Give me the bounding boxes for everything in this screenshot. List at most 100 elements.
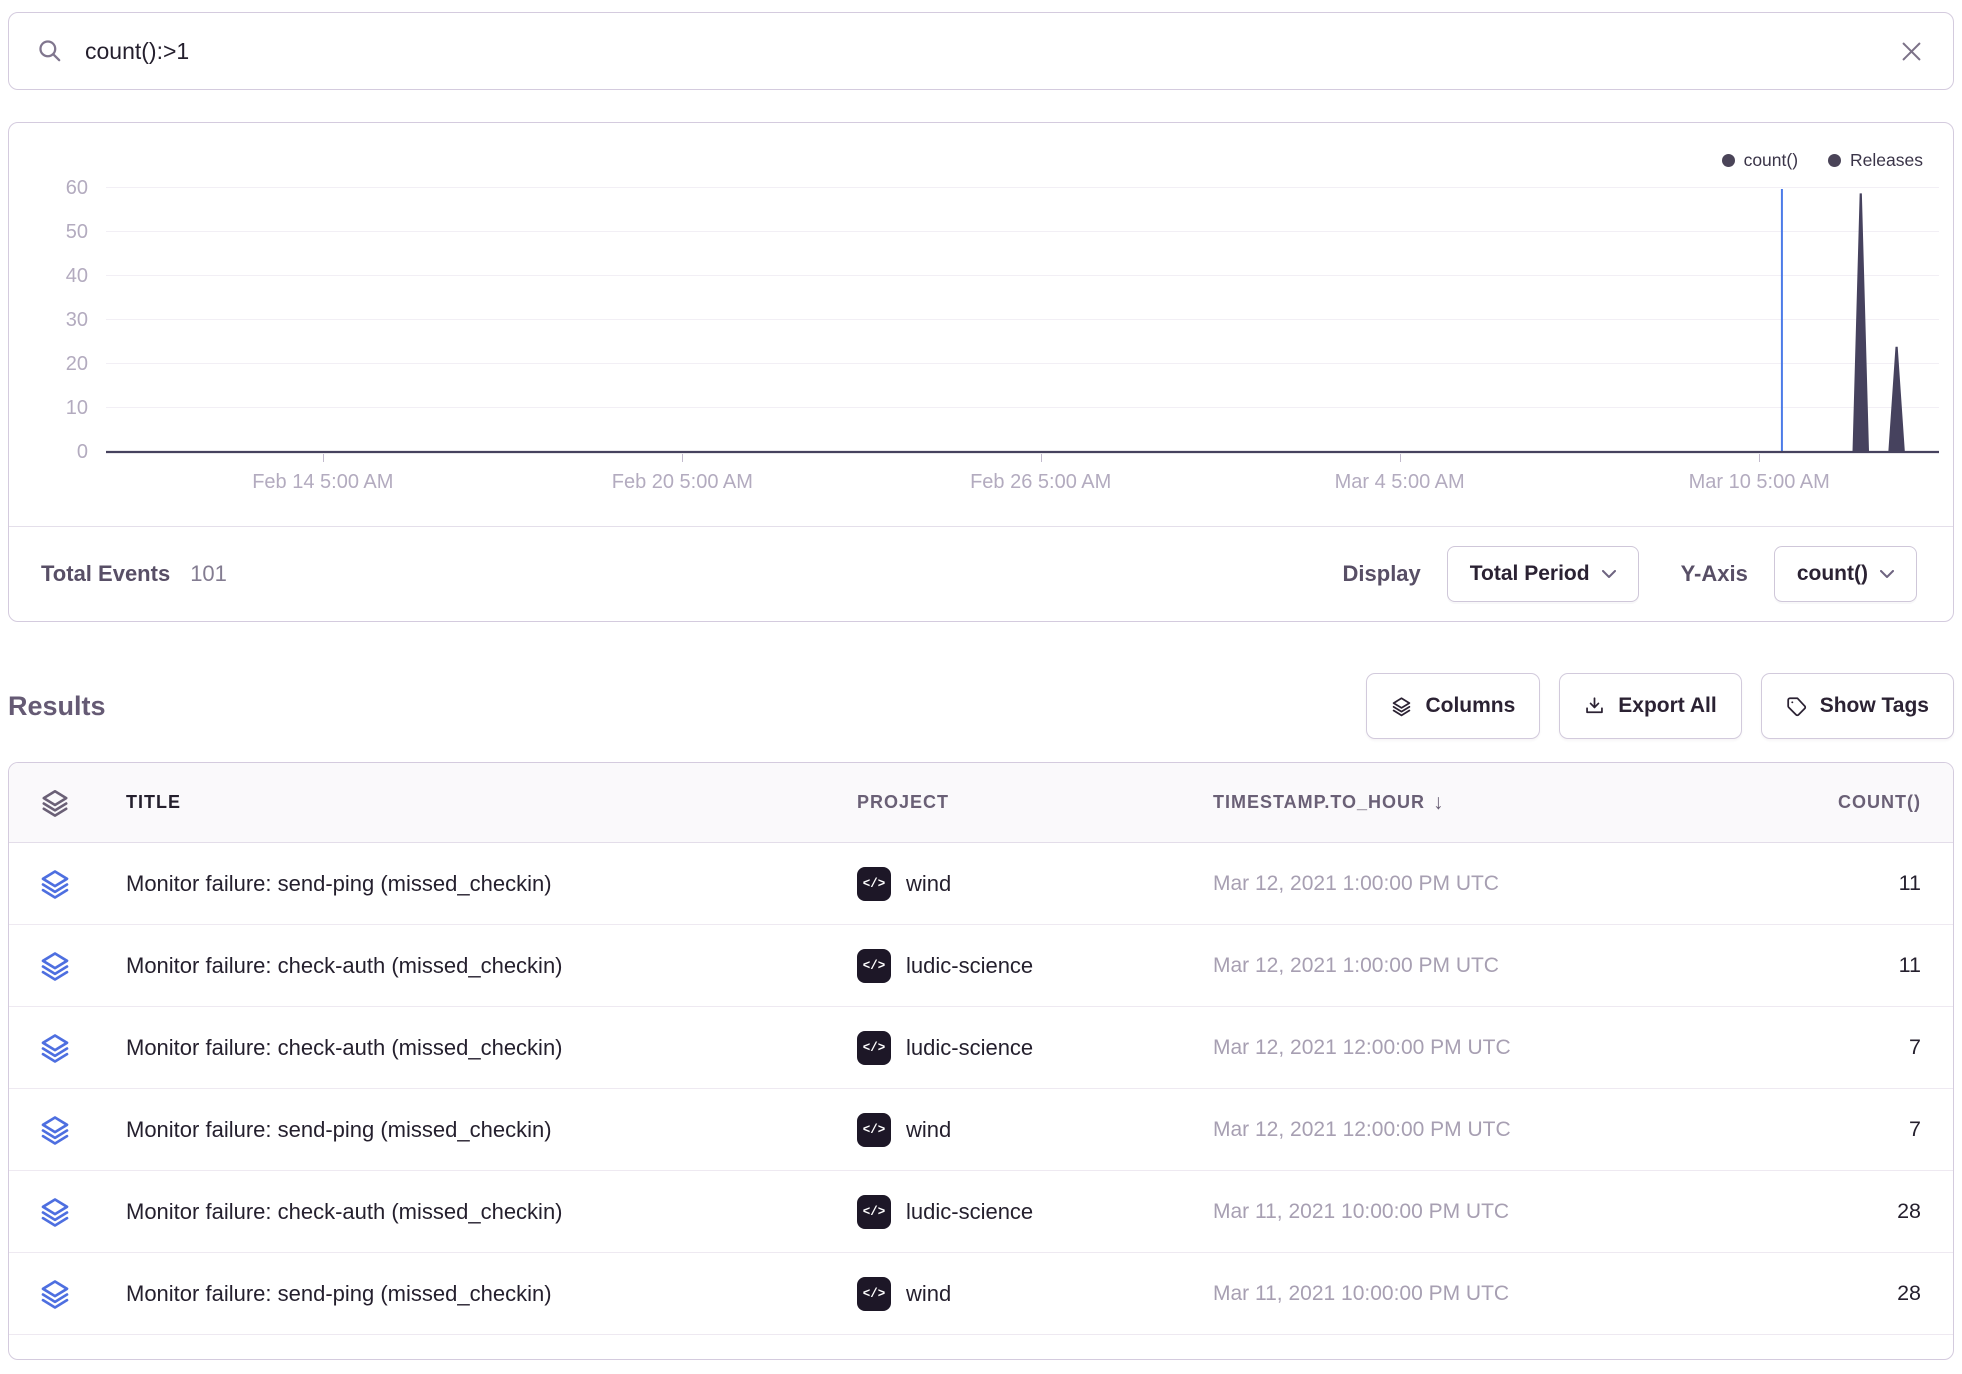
table-row[interactable]: Monitor failure: check-auth (missed_chec… (9, 925, 1953, 1007)
y-axis-label: Y-Axis (1681, 561, 1748, 587)
search-input[interactable]: count():>1 (85, 38, 1898, 65)
project-platform-icon: </> (857, 1277, 891, 1311)
table-row[interactable]: Monitor failure: check-auth (missed_chec… (9, 1007, 1953, 1089)
download-icon (1584, 696, 1605, 717)
project-name[interactable]: ludic-science (906, 953, 1033, 979)
project-platform-icon: </> (857, 867, 891, 901)
sort-desc-icon[interactable]: ↓ (1433, 791, 1445, 815)
chevron-down-icon (1880, 570, 1894, 578)
timestamp-value: Mar 12, 2021 12:00:00 PM UTC (1213, 1118, 1511, 1141)
x-axis-tick-label: Feb 14 5:00 AM (203, 471, 443, 494)
y-axis-tick-label: 40 (28, 265, 88, 287)
total-events-label: Total Events (41, 561, 170, 587)
display-dropdown[interactable]: Total Period (1447, 546, 1639, 602)
table-row[interactable]: Monitor failure: check-auth (missed_chec… (9, 1171, 1953, 1253)
count-value: 28 (1897, 1199, 1921, 1223)
columns-button[interactable]: Columns (1366, 673, 1540, 739)
x-axis-tick (682, 454, 683, 462)
count-value: 28 (1897, 1281, 1921, 1305)
project-name[interactable]: ludic-science (906, 1199, 1033, 1225)
count-series-area (106, 193, 1939, 452)
event-stack-icon[interactable] (9, 950, 101, 982)
chart-canvas[interactable] (106, 189, 1939, 452)
project-name[interactable]: ludic-science (906, 1035, 1033, 1061)
y-axis-tick-label: 30 (28, 309, 88, 331)
export-all-button[interactable]: Export All (1559, 673, 1741, 739)
table-body: Monitor failure: send-ping (missed_check… (9, 843, 1953, 1335)
project-platform-icon: </> (857, 1113, 891, 1147)
table-row[interactable]: Monitor failure: send-ping (missed_check… (9, 1253, 1953, 1335)
gridline (106, 187, 1939, 188)
plot-area[interactable]: 0102030405060Feb 14 5:00 AMFeb 20 5:00 A… (106, 189, 1939, 453)
legend-dot-icon (1828, 154, 1841, 167)
y-axis-tick-label: 50 (28, 221, 88, 243)
timestamp-value: Mar 11, 2021 10:00:00 PM UTC (1213, 1282, 1509, 1305)
y-axis-dropdown[interactable]: count() (1774, 546, 1917, 602)
legend-label: count() (1744, 150, 1798, 171)
results-table: TITLE PROJECT TIMESTAMP.TO_HOUR ↓ COUNT(… (8, 762, 1954, 1360)
event-title[interactable]: Monitor failure: check-auth (missed_chec… (126, 1199, 563, 1224)
legend-dot-icon (1722, 154, 1735, 167)
column-header-timestamp[interactable]: TIMESTAMP.TO_HOUR ↓ (1213, 791, 1653, 815)
event-title[interactable]: Monitor failure: send-ping (missed_check… (126, 1117, 552, 1142)
chart-legend: count() Releases (1722, 150, 1923, 171)
legend-item-count[interactable]: count() (1722, 150, 1798, 171)
search-bar[interactable]: count():>1 (8, 12, 1954, 90)
x-axis-tick (1400, 454, 1401, 462)
column-header-count[interactable]: COUNT() (1653, 792, 1953, 813)
event-title[interactable]: Monitor failure: send-ping (missed_check… (126, 1281, 552, 1306)
x-axis-tick (1759, 454, 1760, 462)
results-header-row: Results Columns Export All Show Tags (8, 672, 1954, 740)
search-icon (37, 38, 63, 64)
show-tags-button[interactable]: Show Tags (1761, 673, 1954, 739)
event-stack-icon[interactable] (9, 1196, 101, 1228)
tag-icon (1786, 696, 1807, 717)
events-chart-panel: count() Releases 0102030405060Feb 14 5:00… (8, 122, 1954, 622)
timestamp-value: Mar 11, 2021 10:00:00 PM UTC (1213, 1200, 1509, 1223)
display-dropdown-value: Total Period (1470, 562, 1590, 586)
count-value: 7 (1909, 1117, 1921, 1141)
event-stack-icon[interactable] (9, 868, 101, 900)
export-all-button-label: Export All (1618, 694, 1716, 718)
x-axis-tick-label: Mar 4 5:00 AM (1280, 471, 1520, 494)
timestamp-header-label: TIMESTAMP.TO_HOUR (1213, 792, 1425, 813)
x-axis-tick-label: Feb 26 5:00 AM (921, 471, 1161, 494)
project-platform-icon: </> (857, 1195, 891, 1229)
columns-button-label: Columns (1425, 694, 1515, 718)
event-stack-icon[interactable] (9, 1032, 101, 1064)
total-events-value: 101 (190, 561, 227, 587)
x-axis-tick (1041, 454, 1042, 462)
table-header-row: TITLE PROJECT TIMESTAMP.TO_HOUR ↓ COUNT(… (9, 763, 1953, 843)
display-label: Display (1343, 561, 1421, 587)
project-name[interactable]: wind (906, 871, 951, 897)
count-value: 11 (1899, 953, 1921, 977)
show-tags-button-label: Show Tags (1820, 694, 1929, 718)
x-axis-tick-label: Feb 20 5:00 AM (562, 471, 802, 494)
column-header-title[interactable]: TITLE (101, 792, 853, 813)
discover-page: count():>1 count() Releases 0102030405060… (0, 0, 1962, 1374)
project-name[interactable]: wind (906, 1281, 951, 1307)
event-stack-icon[interactable] (9, 1114, 101, 1146)
columns-icon (1391, 696, 1412, 717)
results-heading: Results (8, 691, 106, 722)
table-row[interactable]: Monitor failure: send-ping (missed_check… (9, 843, 1953, 925)
timestamp-value: Mar 12, 2021 12:00:00 PM UTC (1213, 1036, 1511, 1059)
table-row[interactable]: Monitor failure: send-ping (missed_check… (9, 1089, 1953, 1171)
event-title[interactable]: Monitor failure: check-auth (missed_chec… (126, 1035, 563, 1060)
chart-footer: Total Events 101 Display Total Period Y-… (9, 527, 1953, 621)
column-header-project[interactable]: PROJECT (853, 792, 1213, 813)
legend-item-releases[interactable]: Releases (1828, 150, 1923, 171)
legend-label: Releases (1850, 150, 1923, 171)
y-axis-tick-label: 10 (28, 397, 88, 419)
count-value: 11 (1899, 871, 1921, 895)
x-axis-tick (323, 454, 324, 462)
project-name[interactable]: wind (906, 1117, 951, 1143)
y-axis-dropdown-value: count() (1797, 562, 1868, 586)
project-platform-icon: </> (857, 1031, 891, 1065)
event-title[interactable]: Monitor failure: check-auth (missed_chec… (126, 953, 563, 978)
event-stack-icon[interactable] (9, 1278, 101, 1310)
timestamp-value: Mar 12, 2021 1:00:00 PM UTC (1213, 872, 1499, 895)
clear-search-icon[interactable] (1898, 38, 1925, 65)
event-title[interactable]: Monitor failure: send-ping (missed_check… (126, 871, 552, 896)
x-axis-tick-label: Mar 10 5:00 AM (1639, 471, 1879, 494)
